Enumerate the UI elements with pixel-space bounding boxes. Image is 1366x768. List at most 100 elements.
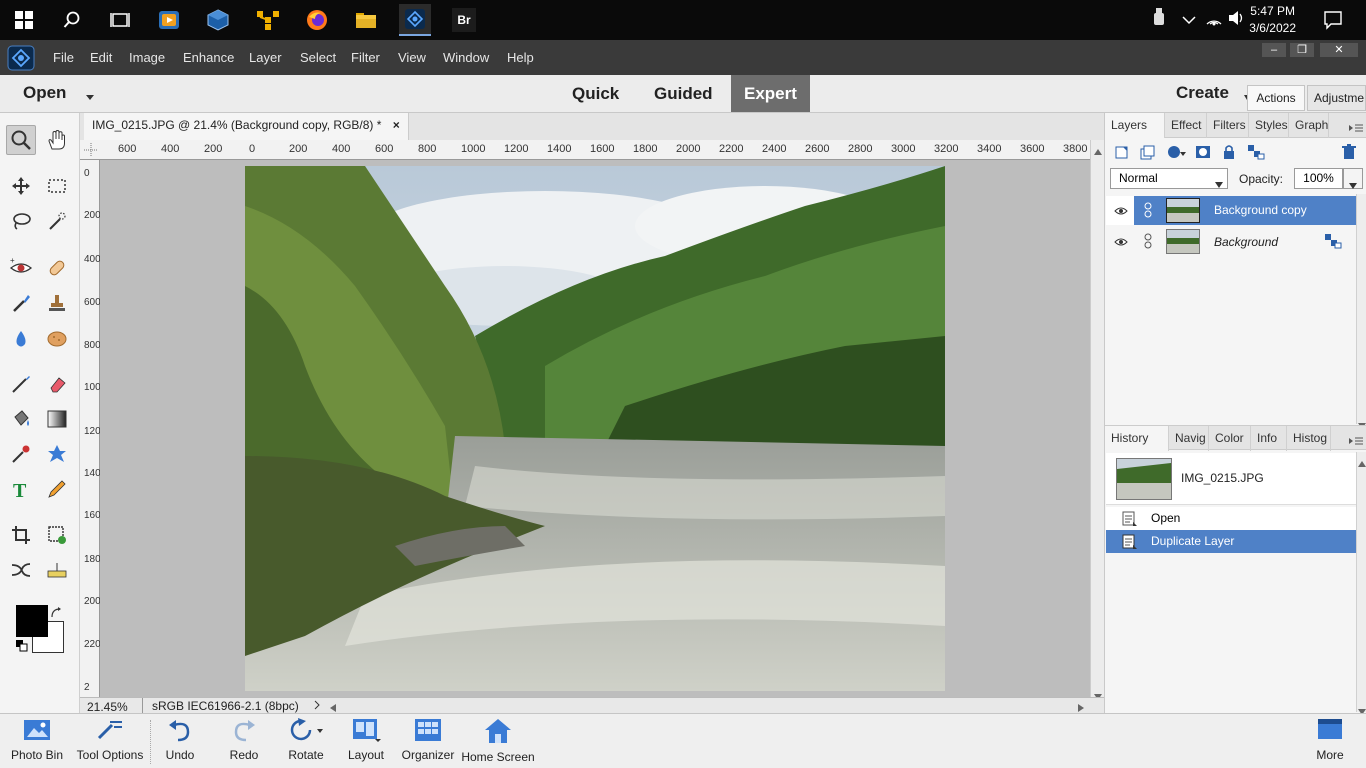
panel-menu-icon[interactable] bbox=[1349, 433, 1363, 451]
panel-menu-icon[interactable] bbox=[1349, 120, 1363, 138]
move-tool-icon[interactable] bbox=[6, 171, 36, 201]
menu-view[interactable]: View bbox=[398, 50, 426, 65]
photoshop-elements-taskbar-icon[interactable] bbox=[399, 4, 431, 36]
default-colors-icon[interactable] bbox=[16, 639, 28, 657]
document-canvas[interactable] bbox=[100, 160, 1090, 697]
menu-edit[interactable]: Edit bbox=[90, 50, 112, 65]
layer-row-background-copy[interactable]: Background copy bbox=[1106, 196, 1358, 225]
crop-tool-icon[interactable] bbox=[6, 520, 36, 550]
minimize-button[interactable]: – bbox=[1262, 43, 1286, 57]
eraser-tool-icon[interactable] bbox=[42, 369, 72, 399]
red-eye-tool-icon[interactable]: + bbox=[6, 253, 36, 283]
delete-layer-icon[interactable] bbox=[1341, 144, 1357, 165]
hand-tool-icon[interactable] bbox=[42, 125, 72, 155]
layers-scrollbar[interactable] bbox=[1356, 194, 1366, 429]
straighten-tool-icon[interactable] bbox=[42, 555, 72, 585]
rectangular-marquee-tool-icon[interactable] bbox=[42, 171, 72, 201]
tab-filters[interactable]: Filters bbox=[1207, 113, 1249, 138]
tab-histogram[interactable]: Histog bbox=[1287, 426, 1331, 451]
lock-transparent-icon[interactable] bbox=[1247, 144, 1265, 165]
more-button[interactable]: More bbox=[1310, 718, 1350, 762]
custom-shape-tool-icon[interactable] bbox=[42, 439, 72, 469]
menu-layer[interactable]: Layer bbox=[249, 50, 282, 65]
virtualbox-icon[interactable] bbox=[202, 4, 234, 36]
close-button[interactable]: ✕ bbox=[1320, 43, 1358, 57]
lock-all-icon[interactable] bbox=[1221, 144, 1237, 165]
menu-help[interactable]: Help bbox=[507, 50, 534, 65]
menu-enhance[interactable]: Enhance bbox=[183, 50, 234, 65]
scroll-up-icon[interactable] bbox=[1094, 142, 1102, 160]
undo-button[interactable]: Undo bbox=[160, 718, 200, 762]
tab-layers[interactable]: Layers bbox=[1105, 113, 1165, 138]
create-button[interactable]: Create bbox=[1176, 83, 1229, 103]
opacity-dropdown-button[interactable] bbox=[1343, 168, 1363, 189]
usb-icon[interactable] bbox=[1152, 8, 1166, 31]
pencil-tool-icon[interactable] bbox=[42, 474, 72, 504]
redo-button[interactable]: Redo bbox=[224, 718, 264, 762]
windows-start-icon[interactable] bbox=[8, 4, 40, 36]
tab-effects[interactable]: Effect bbox=[1165, 113, 1207, 138]
menu-filter[interactable]: Filter bbox=[351, 50, 380, 65]
blur-tool-icon[interactable] bbox=[6, 324, 36, 354]
type-tool-icon[interactable]: T bbox=[6, 474, 36, 504]
chevron-up-icon[interactable] bbox=[1182, 12, 1196, 30]
bridge-icon[interactable]: Br bbox=[448, 4, 480, 36]
lasso-tool-icon[interactable] bbox=[6, 206, 36, 236]
open-dropdown-chevron-icon[interactable] bbox=[85, 88, 95, 106]
smart-brush-icon[interactable] bbox=[6, 288, 36, 318]
tab-styles[interactable]: Styles bbox=[1249, 113, 1289, 138]
document-tab[interactable]: IMG_0215.JPG @ 21.4% (Background copy, R… bbox=[84, 113, 409, 140]
tab-graphics[interactable]: Graph bbox=[1289, 113, 1329, 138]
menu-select[interactable]: Select bbox=[300, 50, 336, 65]
swap-colors-icon[interactable] bbox=[50, 606, 62, 624]
tab-actions[interactable]: Actions bbox=[1247, 85, 1305, 111]
menu-window[interactable]: Window bbox=[443, 50, 489, 65]
river-photo[interactable] bbox=[245, 166, 945, 691]
visibility-eye-icon[interactable] bbox=[1114, 205, 1128, 219]
mode-guided[interactable]: Guided bbox=[654, 75, 713, 112]
tool-options-button[interactable]: Tool Options bbox=[72, 718, 148, 762]
brush-tool-icon[interactable] bbox=[6, 369, 36, 399]
home-screen-button[interactable]: Home Screen bbox=[460, 718, 536, 764]
zoom-level[interactable]: 21.45% bbox=[87, 700, 128, 714]
volume-icon[interactable] bbox=[1228, 10, 1246, 31]
add-layer-mask-icon[interactable] bbox=[1195, 144, 1211, 165]
tab-adjustments[interactable]: Adjustme bbox=[1307, 85, 1366, 111]
organizer-button[interactable]: Organizer bbox=[400, 718, 456, 762]
tab-history[interactable]: History bbox=[1105, 426, 1169, 451]
sponge-tool-icon[interactable] bbox=[42, 324, 72, 354]
tab-navigator[interactable]: Navig bbox=[1169, 426, 1209, 451]
close-document-icon[interactable]: × bbox=[393, 118, 400, 132]
task-view-icon[interactable] bbox=[104, 4, 136, 36]
app-yellow-icon[interactable] bbox=[252, 4, 284, 36]
file-explorer-icon[interactable] bbox=[350, 4, 382, 36]
menu-image[interactable]: Image bbox=[129, 50, 165, 65]
vertical-scrollbar[interactable] bbox=[1090, 140, 1104, 700]
spot-healing-brush-icon[interactable] bbox=[42, 253, 72, 283]
mode-expert[interactable]: Expert bbox=[731, 75, 810, 112]
content-aware-move-tool-icon[interactable] bbox=[6, 555, 36, 585]
gradient-tool-icon[interactable] bbox=[42, 404, 72, 434]
paint-bucket-tool-icon[interactable] bbox=[6, 404, 36, 434]
menu-file[interactable]: File bbox=[53, 50, 74, 65]
media-player-icon[interactable] bbox=[153, 4, 185, 36]
history-snapshot[interactable]: IMG_0215.JPG bbox=[1106, 453, 1356, 505]
mode-quick[interactable]: Quick bbox=[572, 75, 619, 112]
system-clock[interactable]: 5:47 PM 3/6/2022 bbox=[1249, 3, 1296, 37]
clone-stamp-tool-icon[interactable] bbox=[42, 288, 72, 318]
open-button[interactable]: Open bbox=[23, 83, 66, 103]
recompose-tool-icon[interactable] bbox=[42, 520, 72, 550]
tab-info[interactable]: Info bbox=[1251, 426, 1287, 451]
restore-button[interactable]: ❐ bbox=[1290, 43, 1314, 57]
layer-row-background[interactable]: Background bbox=[1106, 227, 1356, 256]
firefox-icon[interactable] bbox=[301, 4, 333, 36]
zoom-tool-icon[interactable] bbox=[6, 125, 36, 155]
new-fill-layer-icon[interactable] bbox=[1166, 144, 1186, 165]
rotate-button[interactable]: Rotate bbox=[284, 718, 328, 762]
history-step-duplicate-layer[interactable]: Duplicate Layer bbox=[1106, 530, 1356, 553]
history-step-open[interactable]: Open bbox=[1106, 507, 1356, 530]
tab-color[interactable]: Color bbox=[1209, 426, 1251, 451]
link-layer-icon[interactable] bbox=[1144, 202, 1152, 221]
quick-selection-tool-icon[interactable] bbox=[42, 206, 72, 236]
blend-mode-select[interactable]: Normal bbox=[1110, 168, 1228, 189]
